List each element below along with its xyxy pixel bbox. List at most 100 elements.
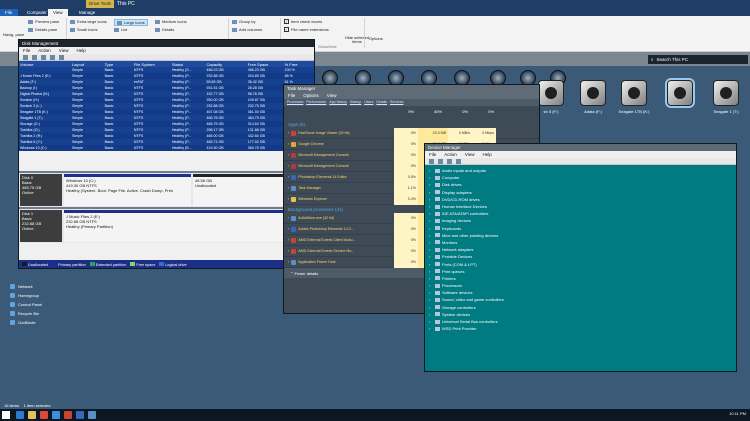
device-category[interactable]: › Imaging devices (429, 217, 732, 224)
device-category[interactable]: › Keyboards (429, 225, 732, 232)
tab-services[interactable]: Services (390, 100, 403, 105)
large-icons-option[interactable]: Large icons (114, 19, 148, 26)
expand-arrow-icon[interactable]: › (288, 227, 289, 231)
menu-action[interactable]: Action (38, 48, 51, 53)
device-category[interactable]: › Monitors (429, 239, 732, 246)
group-by-button[interactable]: Group by (232, 19, 255, 24)
menu-help[interactable]: Help (482, 152, 491, 157)
expand-arrow-icon[interactable]: › (429, 262, 433, 267)
device-category[interactable]: › Mice and other pointing devices (429, 232, 732, 239)
photoshop-elements-icon[interactable] (76, 411, 84, 419)
expand-arrow-icon[interactable]: › (288, 249, 289, 253)
medium-icons-option[interactable]: Medium icons (155, 19, 187, 24)
network-header[interactable]: 0% (470, 106, 496, 120)
device-category[interactable]: › Print queues (429, 268, 732, 275)
menu-view[interactable]: View (465, 152, 475, 157)
expand-arrow-icon[interactable]: › (429, 218, 433, 223)
tab-view[interactable]: View (48, 9, 68, 16)
device-category[interactable]: › Human Interface Devices (429, 203, 732, 210)
menu-action[interactable]: Action (444, 152, 457, 157)
device-category[interactable]: › Disk drives (429, 181, 732, 188)
menu-file[interactable]: File (429, 152, 436, 157)
menu-file[interactable]: File (288, 93, 295, 98)
back-icon[interactable] (429, 159, 434, 164)
expand-arrow-icon[interactable]: › (429, 190, 433, 195)
device-category[interactable]: › Audio inputs and outputs (429, 167, 732, 174)
expand-arrow-icon[interactable]: › (429, 254, 433, 259)
expand-arrow-icon[interactable]: › (429, 326, 433, 331)
small-icons-option[interactable]: Small icons (70, 27, 97, 32)
tab-users[interactable]: Users (364, 100, 373, 105)
start-button[interactable] (2, 411, 10, 419)
device-category[interactable]: › Universal Serial Bus controllers (429, 318, 732, 325)
expand-arrow-icon[interactable]: › (288, 197, 289, 201)
back-icon[interactable] (23, 55, 28, 60)
menu-options[interactable]: Options (303, 93, 319, 98)
task-manager-icon[interactable] (88, 411, 96, 419)
item-check-boxes-toggle[interactable]: ✓ Item check boxes (284, 19, 322, 24)
faststone-icon[interactable] (64, 411, 72, 419)
tab-details[interactable]: Details (376, 100, 387, 105)
device-category[interactable]: › Software devices (429, 289, 732, 296)
expand-arrow-icon[interactable]: › (429, 283, 433, 288)
device-category[interactable]: › IDE ATA/ATAPI controllers (429, 210, 732, 217)
drive-item-selected[interactable] (660, 78, 700, 109)
device-category[interactable]: › Sound, video and game controllers (429, 296, 732, 303)
expand-arrow-icon[interactable]: › (288, 153, 289, 157)
tab-app-history[interactable]: App history (329, 100, 347, 105)
disk-0-label[interactable]: Disk 0 Basic 465.75 GB Online (20, 174, 62, 206)
menu-help[interactable]: Help (76, 48, 85, 53)
expand-arrow-icon[interactable]: › (429, 182, 433, 187)
tab-performance[interactable]: Performance (306, 100, 326, 105)
list-option[interactable]: List (114, 27, 127, 32)
edge-icon[interactable] (52, 411, 60, 419)
forward-icon[interactable] (32, 55, 37, 60)
tab-processes[interactable]: Processes (287, 100, 303, 105)
properties-icon[interactable] (41, 55, 46, 60)
drive-item[interactable]: sh 5 (F:) (538, 80, 564, 114)
device-category[interactable]: › Printers (429, 275, 732, 282)
device-category[interactable]: › System devices (429, 311, 732, 318)
partition-e[interactable]: J Music Files 2 (E:) 232.88 GB NTFS Heal… (64, 210, 313, 242)
expand-arrow-icon[interactable]: › (429, 312, 433, 317)
navigation-pane-button[interactable]: Navig. pane (3, 32, 24, 37)
expand-arrow-icon[interactable]: › (288, 260, 289, 264)
scan-icon[interactable] (456, 159, 461, 164)
task-view-icon[interactable] (16, 411, 24, 419)
file-explorer-icon[interactable] (28, 411, 36, 419)
expand-arrow-icon[interactable]: › (429, 290, 433, 295)
device-category[interactable]: › Portable Devices (429, 253, 732, 260)
expand-arrow-icon[interactable]: › (288, 131, 289, 135)
expand-arrow-icon[interactable]: › (429, 175, 433, 180)
refresh-icon[interactable] (59, 55, 64, 60)
help-icon[interactable] (50, 55, 55, 60)
nav-item-homegroup[interactable]: Homegroup (10, 291, 80, 300)
disk-header[interactable]: 0% (444, 106, 470, 120)
nav-item-recycle-bin[interactable]: Recycle Bin (10, 309, 80, 318)
device-category[interactable]: › Storage controllers (429, 304, 732, 311)
tab-manage[interactable]: Manage (74, 9, 100, 16)
device-category[interactable]: › Computer (429, 174, 732, 181)
device-category[interactable]: › Display adapters (429, 189, 732, 196)
expand-arrow-icon[interactable]: › (429, 211, 433, 216)
expand-arrow-icon[interactable]: › (429, 247, 433, 252)
expand-arrow-icon[interactable]: › (429, 319, 433, 324)
expand-arrow-icon[interactable]: › (429, 276, 433, 281)
expand-arrow-icon[interactable]: › (288, 216, 289, 220)
device-category[interactable]: › DVD/CD-ROM drives (429, 196, 732, 203)
expand-arrow-icon[interactable]: › (429, 305, 433, 310)
details-option[interactable]: Details (155, 27, 174, 32)
menu-view[interactable]: View (59, 48, 69, 53)
expand-arrow-icon[interactable]: › (288, 175, 289, 179)
hide-selected-items-button[interactable]: Hide selected items (344, 36, 370, 44)
drive-item[interactable]: Seagate 1TB (K:) (614, 80, 654, 114)
menu-file[interactable]: File (23, 48, 30, 53)
partition-c[interactable]: Windows 10 (C:) 419.30 GB NTFS Healthy (… (64, 174, 191, 206)
expand-arrow-icon[interactable]: › (429, 269, 433, 274)
drive-item[interactable]: Adata (F:) (578, 80, 608, 114)
table-row[interactable]: Windows 10 (C:) Simple Basic NTFS Healthy (B… (19, 145, 314, 151)
tab-startup[interactable]: Startup (350, 100, 361, 105)
expand-arrow-icon[interactable]: › (429, 197, 433, 202)
expand-arrow-icon[interactable]: › (429, 297, 433, 302)
details-pane-button[interactable]: Details pane (28, 27, 57, 32)
